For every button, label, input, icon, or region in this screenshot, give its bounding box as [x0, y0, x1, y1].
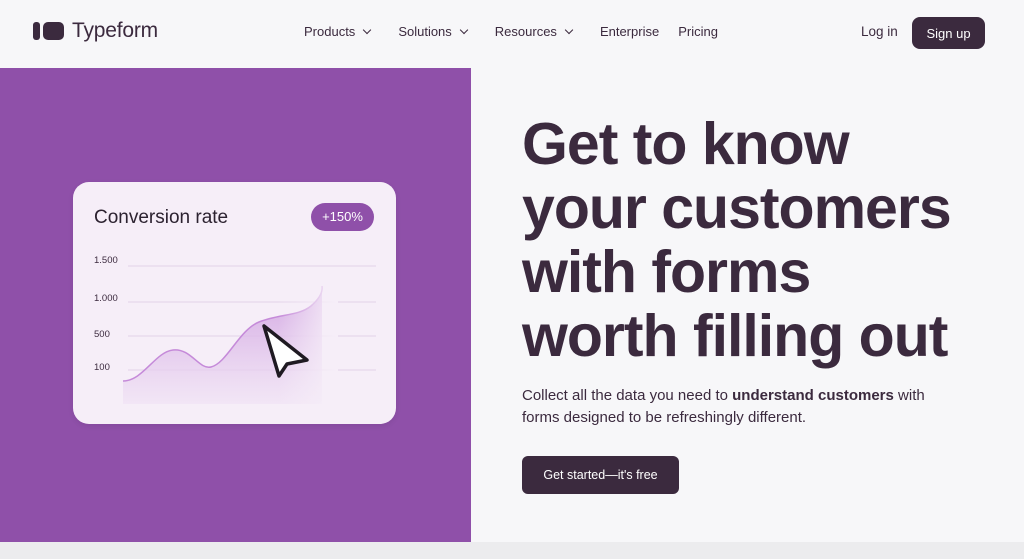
headline-line: your customers: [522, 175, 952, 241]
growth-badge: +150%: [311, 203, 374, 231]
y-tick-label: 1.500: [94, 255, 118, 266]
chevron-down-icon: [564, 25, 574, 34]
nav-pricing-label: Pricing: [678, 24, 718, 39]
nav-products-label: Products: [304, 24, 356, 39]
headline-line: worth filling out: [522, 303, 948, 369]
headline-line: with forms: [522, 239, 811, 305]
y-tick-label: 500: [94, 329, 110, 340]
chevron-down-icon: [363, 25, 372, 34]
nav-enterprise-label: Enterprise: [599, 24, 660, 39]
subtext-bold: understand customers: [732, 387, 894, 404]
nav-resources-label: Resources: [494, 24, 557, 39]
nav-solutions[interactable]: Solutions: [398, 24, 469, 39]
chevron-down-icon: [459, 25, 469, 34]
main-nav: Products Solutions Resources Enterprise …: [304, 24, 737, 39]
nav-solutions-label: Solutions: [398, 24, 452, 39]
typeform-logo-icon: [33, 22, 64, 40]
hero-subtext: Collect all the data you need to underst…: [522, 385, 962, 429]
login-link[interactable]: Log in: [861, 24, 898, 39]
nav-pricing[interactable]: Pricing: [678, 24, 718, 39]
logo-text: Typeform: [72, 19, 158, 42]
site-header: Typeform Products Solutions Resources En…: [0, 0, 1024, 68]
typeform-logo[interactable]: Typeform: [33, 19, 158, 43]
hero-illustration-panel: 1.500 1.000 500 100 Conversion rate +150…: [0, 68, 471, 542]
nav-products[interactable]: Products: [304, 24, 372, 39]
get-started-button[interactable]: Get started—it's free: [522, 456, 679, 494]
next-section-edge: [0, 542, 1024, 559]
conversion-rate-card: 1.500 1.000 500 100 Conversion rate +150…: [73, 182, 396, 424]
y-tick-label: 100: [94, 362, 110, 373]
hero-headline: Get to know your customers with forms wo…: [522, 112, 1002, 368]
subtext-start: Collect all the data you need to: [522, 387, 733, 404]
card-title: Conversion rate: [94, 207, 229, 228]
headline-line: Get to know: [522, 111, 850, 177]
nav-enterprise[interactable]: Enterprise: [600, 24, 659, 39]
y-tick-label: 1.000: [94, 293, 118, 304]
signup-button[interactable]: Sign up: [912, 17, 985, 49]
nav-resources[interactable]: Resources: [494, 24, 574, 39]
